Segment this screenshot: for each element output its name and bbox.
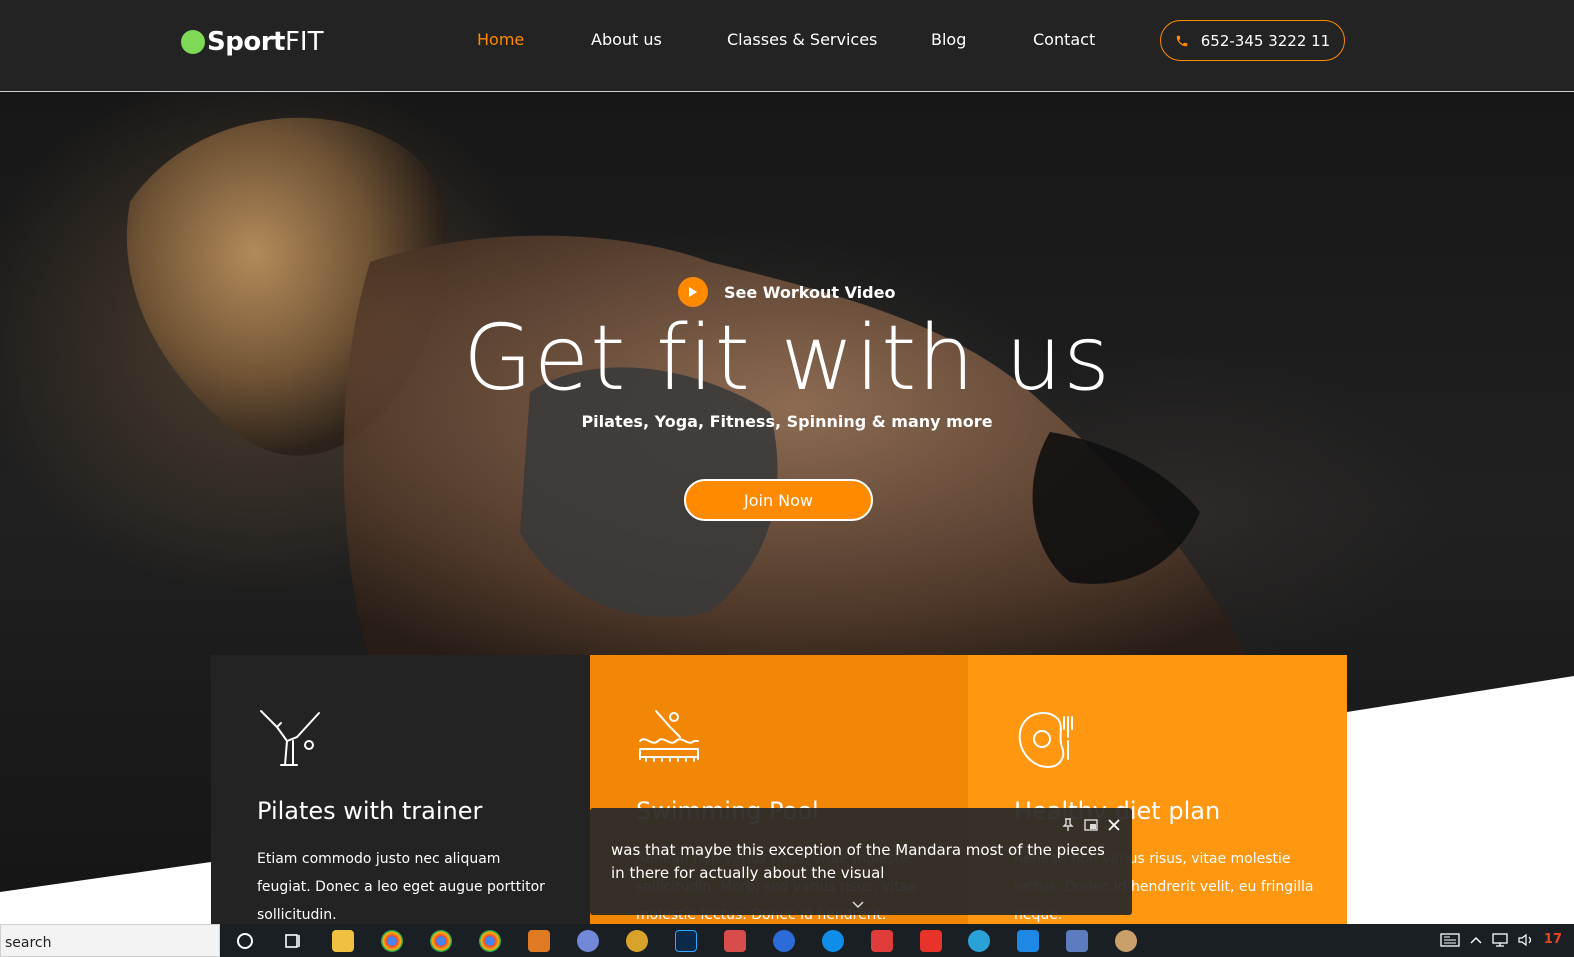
- teamviewer-icon[interactable]: [822, 930, 844, 952]
- service-card-pilates[interactable]: Pilates with trainer Etiam commodo justo…: [211, 655, 590, 924]
- caption-text: was that maybe this exception of the Man…: [611, 841, 1105, 882]
- hero-title: Get fit with us: [462, 306, 1112, 411]
- logo[interactable]: Sport FIT: [181, 24, 323, 60]
- swimming-pool-icon: [639, 710, 699, 762]
- keys-icon[interactable]: [626, 930, 648, 952]
- diet-plan-icon: [1018, 711, 1073, 769]
- eraser-app-icon[interactable]: [724, 930, 746, 952]
- logo-text-bold: Sport: [207, 27, 285, 57]
- discord-icon[interactable]: [577, 930, 599, 952]
- computer-icon[interactable]: [1066, 930, 1088, 952]
- sublime-text-icon[interactable]: [528, 930, 550, 952]
- anydesk-icon[interactable]: [871, 930, 893, 952]
- volume-icon[interactable]: [1518, 933, 1534, 947]
- windows-taskbar: search 17: [0, 924, 1574, 957]
- chrome-profile-icon[interactable]: [430, 930, 452, 952]
- system-tray: 17: [1430, 932, 1562, 947]
- phone-number: 652-345 3222 11: [1200, 31, 1331, 50]
- photoshop-icon[interactable]: [675, 930, 697, 952]
- file-explorer-icon[interactable]: [332, 930, 354, 952]
- logo-text-light: FIT: [284, 27, 324, 57]
- pilates-icon: [260, 710, 320, 766]
- network-app-icon[interactable]: [968, 930, 990, 952]
- chevron-down-icon[interactable]: [852, 894, 864, 913]
- card-text: Etiam commodo justo nec aliquam feugiat.…: [257, 851, 545, 923]
- nav-item-about[interactable]: About us: [591, 30, 662, 49]
- site-header: Sport FIT Home About us Classes & Servic…: [0, 0, 1574, 92]
- pin-icon[interactable]: [1062, 818, 1074, 832]
- news-icon[interactable]: [1440, 932, 1460, 947]
- taskbar-search-input[interactable]: search: [0, 924, 220, 957]
- expand-icon[interactable]: [1084, 819, 1098, 831]
- play-icon: [678, 277, 708, 307]
- logo-dot-icon: [181, 30, 205, 54]
- chrome-icon[interactable]: [381, 930, 403, 952]
- nav-item-contact[interactable]: Contact: [1033, 30, 1095, 49]
- paint-icon[interactable]: [1115, 930, 1137, 952]
- phone-button[interactable]: 652-345 3222 11: [1160, 20, 1345, 61]
- live-caption-overlay: was that maybe this exception of the Man…: [590, 808, 1132, 915]
- cortana-icon[interactable]: [234, 930, 256, 952]
- join-now-button[interactable]: Join Now: [684, 479, 873, 521]
- see-video-label: See Workout Video: [724, 282, 896, 302]
- task-view-icon[interactable]: [282, 930, 304, 952]
- clock-text[interactable]: 17: [1544, 932, 1562, 947]
- hero-subtitle: Pilates, Yoga, Fitness, Spinning & many …: [581, 412, 993, 431]
- nav-item-home[interactable]: Home: [477, 30, 524, 49]
- network-icon[interactable]: [1492, 932, 1508, 947]
- app-icon[interactable]: [773, 930, 795, 952]
- card-title: Pilates with trainer: [257, 797, 483, 825]
- wps-office-icon[interactable]: [920, 930, 942, 952]
- vscode-icon[interactable]: [1017, 930, 1039, 952]
- phone-icon: [1176, 35, 1187, 46]
- chevron-up-icon[interactable]: [1470, 936, 1482, 944]
- chrome-alt-icon[interactable]: [479, 930, 501, 952]
- close-icon[interactable]: [1108, 819, 1120, 831]
- nav-item-blog[interactable]: Blog: [931, 30, 966, 49]
- nav-item-classes[interactable]: Classes & Services: [727, 30, 877, 49]
- caption-toolbar: [1052, 818, 1120, 832]
